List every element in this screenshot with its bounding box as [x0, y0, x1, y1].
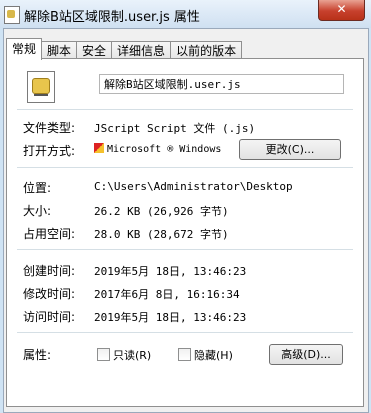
tab-general[interactable]: 常规 [6, 38, 43, 60]
hidden-label[interactable]: 隐藏(H) [194, 347, 233, 363]
windows-script-host-icon [94, 143, 104, 153]
disk-size-label: 占用空间: [23, 227, 76, 241]
location-value: C:\Users\Administrator\Desktop [94, 180, 293, 193]
change-button[interactable]: 更改(C)... [239, 139, 341, 160]
advanced-button[interactable]: 高级(D)... [269, 344, 343, 365]
divider [17, 332, 353, 333]
size-label: 大小: [23, 204, 52, 218]
script-file-icon [4, 6, 20, 24]
divider [17, 249, 353, 250]
size-value: 26.2 KB (26,926 字节) [94, 205, 229, 218]
open-with-app: Microsoft ® Windows [107, 144, 222, 155]
tab-strip: 常规 脚本 安全 详细信息 以前的版本 [6, 38, 243, 61]
general-panel: 解除B站区域限制.user.js 文件类型: JScript Script 文件… [6, 58, 364, 407]
file-name-field[interactable]: 解除B站区域限制.user.js [99, 74, 344, 94]
open-with-label: 打开方式: [23, 144, 76, 158]
readonly-checkbox[interactable] [97, 348, 110, 361]
readonly-label[interactable]: 只读(R) [113, 347, 151, 363]
file-type-label: 文件类型: [23, 121, 76, 135]
title-bar[interactable]: 解除B站区域限制.user.js 属性 ✕ [0, 0, 371, 28]
disk-size-value: 28.0 KB (28,672 字节) [94, 228, 229, 241]
accessed-label: 访问时间: [23, 310, 76, 324]
script-file-icon [27, 71, 55, 103]
divider [17, 109, 353, 110]
created-label: 创建时间: [23, 264, 76, 278]
created-value: 2019年5月 18日, 13:46:23 [94, 265, 247, 278]
modified-value: 2017年6月 8日, 16:16:34 [94, 288, 240, 301]
divider [17, 167, 353, 168]
accessed-value: 2019年5月 18日, 13:46:23 [94, 311, 247, 324]
close-button[interactable]: ✕ [318, 0, 365, 21]
open-with-value: Microsoft ® Windows [94, 143, 221, 155]
window-title: 解除B站区域限制.user.js 属性 [24, 10, 200, 25]
hidden-checkbox[interactable] [178, 348, 191, 361]
modified-label: 修改时间: [23, 287, 76, 301]
location-label: 位置: [23, 181, 52, 195]
file-type-value: JScript Script 文件 (.js) [94, 122, 256, 135]
attributes-label: 属性: [23, 348, 52, 362]
